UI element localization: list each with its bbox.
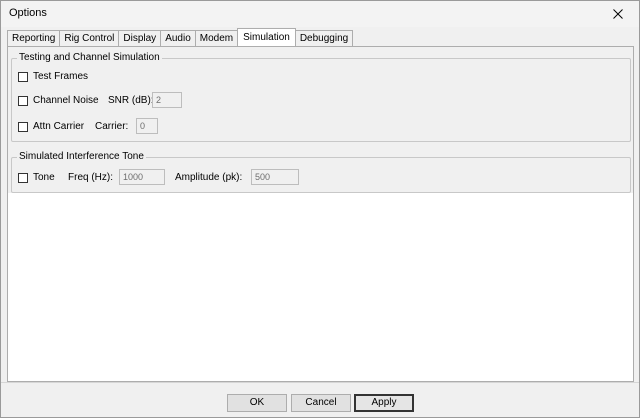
tone-label: Tone (33, 172, 55, 183)
cancel-button[interactable]: Cancel (291, 394, 351, 412)
test-frames-label: Test Frames (33, 71, 89, 82)
tab-modem[interactable]: Modem (194, 30, 239, 46)
attn-carrier-checkbox[interactable]: Attn Carrier (18, 121, 84, 132)
channel-noise-checkbox[interactable]: Channel Noise (18, 95, 99, 106)
footer-separator (1, 382, 639, 383)
title-bar: Options (1, 1, 639, 27)
carrier-input[interactable]: 0 (136, 118, 158, 134)
close-button[interactable] (601, 1, 635, 27)
tab-audio[interactable]: Audio (160, 30, 196, 46)
amplitude-label: Amplitude (pk): (175, 172, 243, 183)
test-frames-checkbox[interactable]: Test Frames (18, 71, 88, 82)
snr-input[interactable]: 2 (152, 92, 182, 108)
testing-group-label: Testing and Channel Simulation (17, 52, 162, 64)
testing-channel-group: Testing and Channel Simulation Test Fram… (11, 52, 631, 142)
tone-checkbox[interactable]: Tone (18, 172, 55, 183)
interference-tone-group: Simulated Interference Tone Tone Freq (H… (11, 151, 631, 193)
amplitude-input[interactable]: 500 (251, 169, 299, 185)
tone-box[interactable] (18, 172, 28, 183)
simulation-panel: Testing and Channel Simulation Test Fram… (7, 46, 634, 382)
test-frames-box[interactable] (18, 71, 28, 82)
attn-carrier-box[interactable] (18, 121, 28, 132)
freq-input[interactable]: 1000 (119, 169, 165, 185)
tab-debugging[interactable]: Debugging (294, 30, 354, 46)
attn-carrier-label: Attn Carrier (33, 121, 85, 132)
tab-reporting[interactable]: Reporting (7, 30, 61, 46)
tab-rig-control[interactable]: Rig Control (59, 30, 120, 46)
channel-noise-box[interactable] (18, 95, 28, 106)
channel-noise-label: Channel Noise (33, 95, 99, 106)
window-title: Options (9, 7, 47, 19)
freq-label: Freq (Hz): (68, 172, 113, 183)
ok-button[interactable]: OK (227, 394, 287, 412)
options-dialog: Options Reporting Rig Control Display Au… (0, 0, 640, 418)
close-icon (613, 9, 623, 19)
carrier-label: Carrier: (95, 121, 129, 132)
tab-display[interactable]: Display (118, 30, 162, 46)
snr-label: SNR (dB): (108, 95, 154, 106)
tab-strip: Reporting Rig Control Display Audio Mode… (7, 28, 354, 46)
tab-simulation[interactable]: Simulation (237, 28, 296, 46)
simulation-content: Testing and Channel Simulation Test Fram… (8, 47, 633, 193)
interference-group-label: Simulated Interference Tone (17, 151, 146, 163)
apply-button[interactable]: Apply (354, 394, 414, 412)
